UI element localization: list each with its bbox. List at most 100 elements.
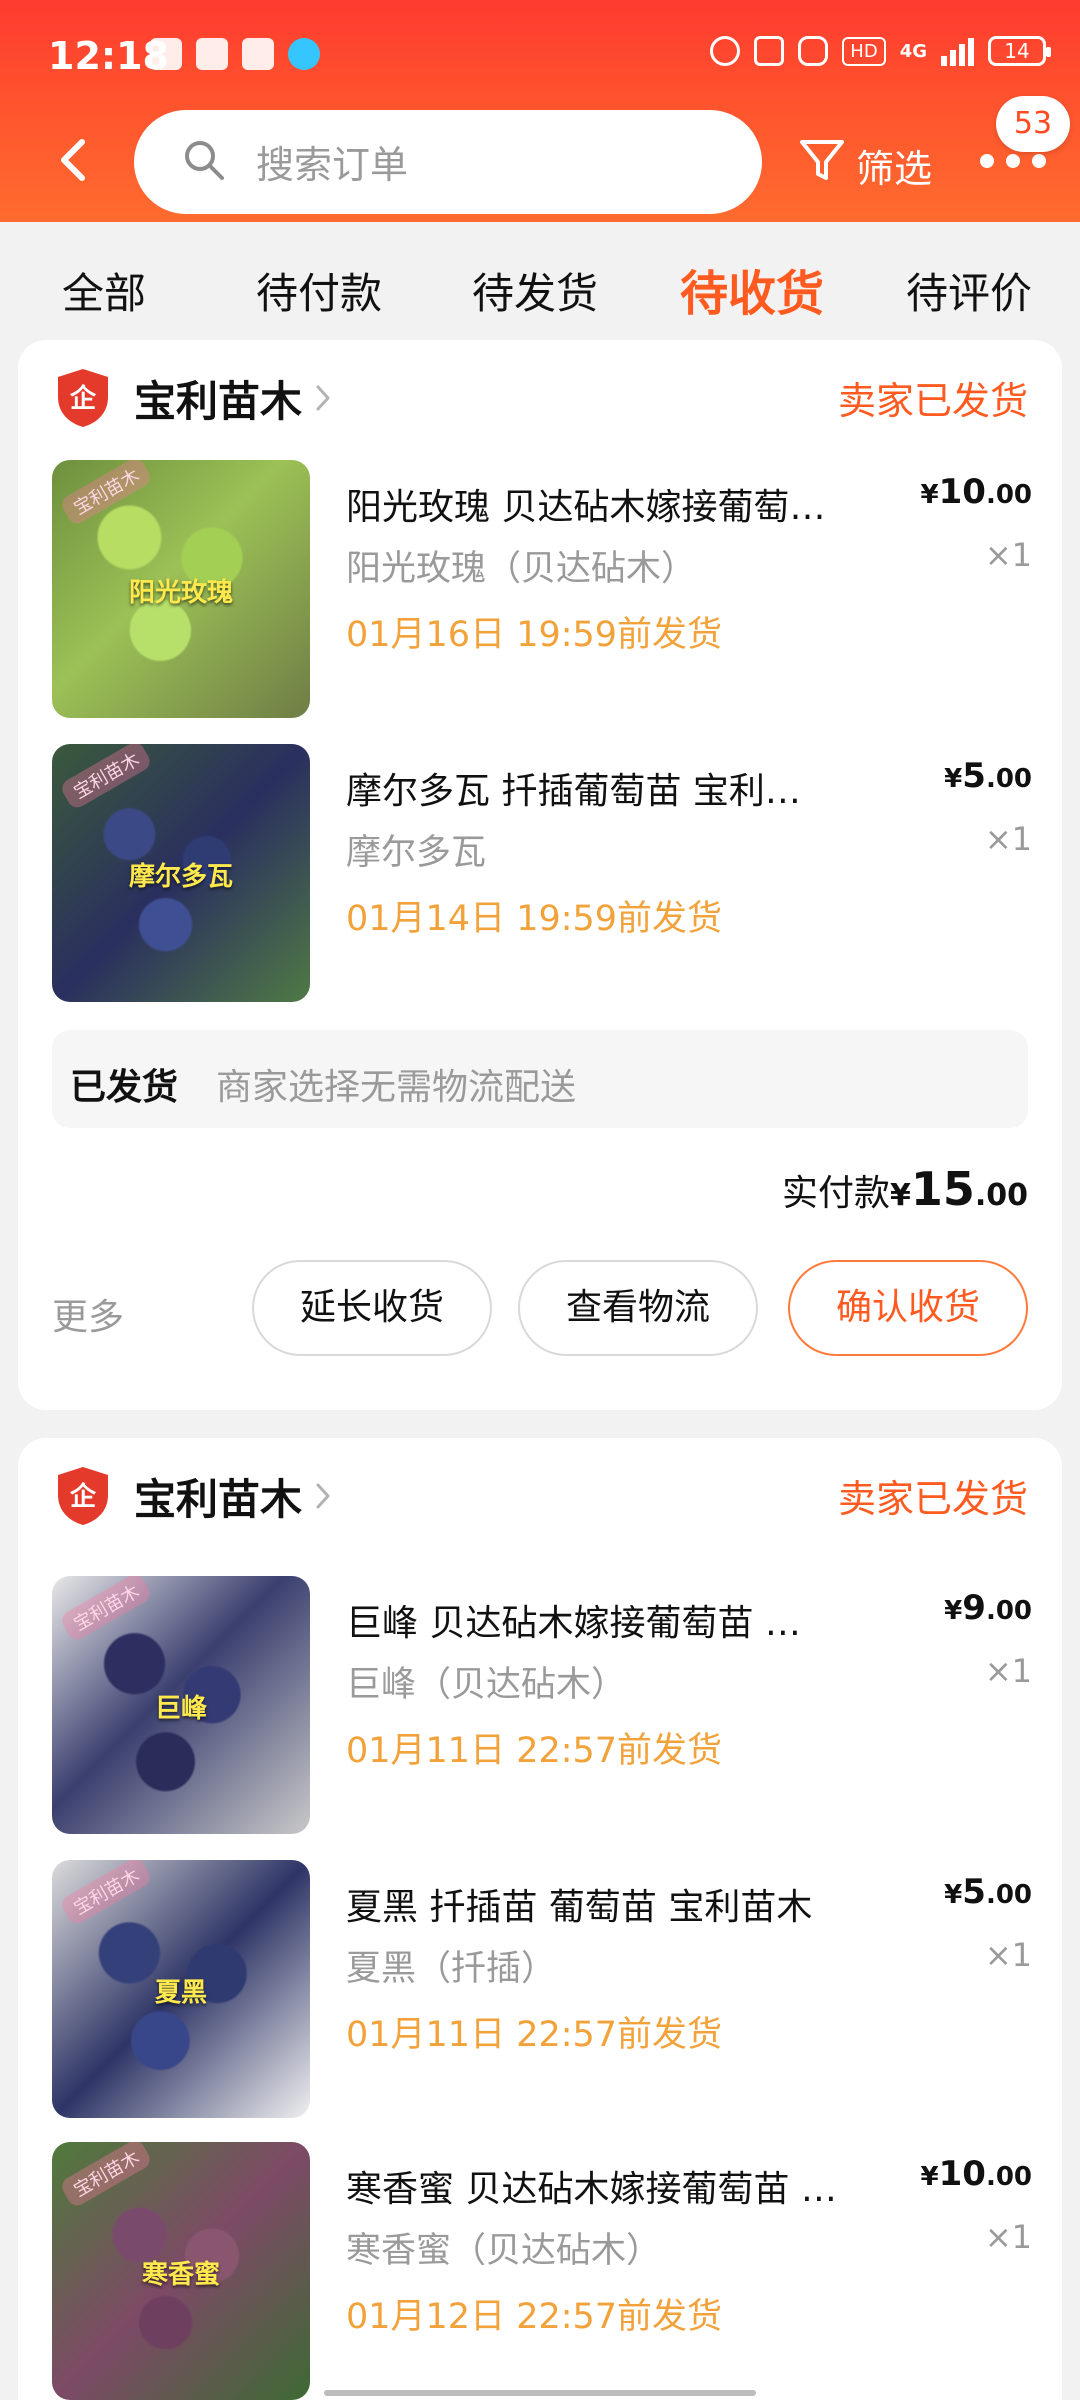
price-integer: 10 xyxy=(938,2154,986,2194)
home-indicator[interactable] xyxy=(324,2390,756,2396)
order-item[interactable]: 宝利苗木 夏黑 夏黑 扦插苗 葡萄苗 宝利苗木 夏黑（扦插） 01月11日 22… xyxy=(52,1860,1032,2118)
price-currency: ¥ xyxy=(944,764,963,794)
thumbnail-label: 寒香蜜 xyxy=(141,2260,220,2290)
back-button[interactable] xyxy=(48,132,104,188)
back-arrow-icon xyxy=(61,139,85,181)
filter-icon xyxy=(800,140,844,180)
enterprise-shield-icon: 企 xyxy=(58,1467,108,1525)
more-actions-link[interactable]: 更多 xyxy=(52,1288,124,1340)
price-currency: ¥ xyxy=(944,1880,963,1910)
tab-pending-receipt[interactable]: 待收货 xyxy=(680,254,824,324)
alipay-icon xyxy=(150,38,182,70)
product-title: 摩尔多瓦 扦插葡萄苗 宝利… xyxy=(346,771,801,812)
price-decimal: .00 xyxy=(985,2162,1032,2192)
more-dot-icon xyxy=(1006,154,1020,168)
product-thumbnail: 宝利苗木 摩尔多瓦 xyxy=(52,744,310,1002)
message-count-badge[interactable]: 53 xyxy=(996,96,1070,152)
item-price: ¥5.00 xyxy=(944,756,1032,796)
order-status-tabs: 全部 待付款 待发货 待收货 待评价 xyxy=(0,222,1080,340)
product-title: 寒香蜜 贝达砧木嫁接葡萄苗 … xyxy=(346,2169,837,2210)
qq-icon xyxy=(288,38,320,70)
store-name: 宝利苗木 xyxy=(134,376,303,426)
price-decimal: .00 xyxy=(985,1596,1032,1626)
product-spec: 阳光玫瑰（贝达砧木） xyxy=(346,549,697,589)
thumbnail-label: 巨峰 xyxy=(154,1694,207,1724)
total-currency: ¥ xyxy=(889,1178,911,1213)
filter-button[interactable]: 筛选 xyxy=(796,130,996,194)
shipping-deadline: 01月14日 19:59前发货 xyxy=(346,899,723,939)
total-integer: 15 xyxy=(910,1162,975,1216)
product-title: 夏黑 扦插苗 葡萄苗 宝利苗木 xyxy=(346,1887,813,1928)
order-item[interactable]: 宝利苗木 巨峰 巨峰 贝达砧木嫁接葡萄苗 … 巨峰（贝达砧木） 01月11日 2… xyxy=(52,1576,1032,1834)
chat-icon xyxy=(242,38,274,70)
order-item[interactable]: 宝利苗木 摩尔多瓦 摩尔多瓦 扦插葡萄苗 宝利… 摩尔多瓦 01月14日 19:… xyxy=(52,744,1032,1002)
thumbnail-watermark: 宝利苗木 xyxy=(58,2142,154,2209)
item-price: ¥10.00 xyxy=(921,2154,1032,2194)
tab-all[interactable]: 全部 xyxy=(62,260,146,321)
view-logistics-button[interactable]: 查看物流 xyxy=(518,1260,758,1356)
thumbnail-watermark: 宝利苗木 xyxy=(58,1576,154,1643)
product-thumbnail: 宝利苗木 巨峰 xyxy=(52,1576,310,1834)
item-quantity: ×1 xyxy=(984,536,1032,574)
mail-icon xyxy=(196,38,228,70)
product-thumbnail: 宝利苗木 寒香蜜 xyxy=(52,2142,310,2400)
battery-icon: 14 xyxy=(988,36,1051,66)
price-currency: ¥ xyxy=(920,480,939,510)
price-decimal: .00 xyxy=(985,480,1032,510)
chevron-right-icon xyxy=(316,385,330,411)
status-bar: 12:18 HD 4G 14 xyxy=(0,0,1080,110)
tab-pending-shipment[interactable]: 待发货 xyxy=(472,260,598,321)
shipping-status: 已发货 xyxy=(70,1067,179,1108)
item-quantity: ×1 xyxy=(984,1652,1032,1690)
total-label: 实付款 xyxy=(781,1173,890,1214)
shipping-deadline: 01月11日 22:57前发货 xyxy=(346,2015,723,2055)
search-placeholder: 搜索订单 xyxy=(256,143,409,187)
order-card: 企 宝利苗木 卖家已发货 宝利苗木 阳光玫瑰 阳光玫瑰 贝达砧木嫁接葡萄… 阳光… xyxy=(18,340,1062,1410)
price-currency: ¥ xyxy=(920,2162,939,2192)
shipping-notice-text: 商家选择无需物流配送 xyxy=(216,1067,577,1108)
hd-icon: HD xyxy=(842,36,886,66)
more-menu-button[interactable] xyxy=(980,154,1060,184)
bluetooth-icon xyxy=(754,36,785,66)
order-item[interactable]: 宝利苗木 阳光玫瑰 阳光玫瑰 贝达砧木嫁接葡萄… 阳光玫瑰（贝达砧木） 01月1… xyxy=(52,460,1032,718)
total-decimal: .00 xyxy=(974,1178,1028,1213)
signal-icon xyxy=(941,36,974,66)
thumbnail-label: 夏黑 xyxy=(154,1978,207,2008)
store-header[interactable]: 企 宝利苗木 xyxy=(54,366,334,430)
more-dot-icon xyxy=(980,154,994,168)
product-spec: 寒香蜜（贝达砧木） xyxy=(346,2231,662,2271)
svg-text:企: 企 xyxy=(70,1481,97,1512)
product-title: 阳光玫瑰 贝达砧木嫁接葡萄… xyxy=(346,487,826,528)
shipping-deadline: 01月11日 22:57前发货 xyxy=(346,1731,723,1771)
product-title: 巨峰 贝达砧木嫁接葡萄苗 … xyxy=(346,1603,801,1644)
tab-pending-review[interactable]: 待评价 xyxy=(906,260,1032,321)
search-bar-row: 搜索订单 筛选 xyxy=(0,110,1080,220)
alarm-icon xyxy=(710,36,741,66)
thumbnail-watermark: 宝利苗木 xyxy=(58,744,154,811)
store-header[interactable]: 企 宝利苗木 xyxy=(54,1464,334,1528)
confirm-receipt-button[interactable]: 确认收货 xyxy=(788,1260,1028,1356)
shipping-notice[interactable]: 已发货 商家选择无需物流配送 xyxy=(52,1030,1028,1128)
order-item[interactable]: 宝利苗木 寒香蜜 寒香蜜 贝达砧木嫁接葡萄苗 … 寒香蜜（贝达砧木） 01月12… xyxy=(52,2142,1032,2400)
extend-receipt-button[interactable]: 延长收货 xyxy=(252,1260,492,1356)
price-decimal: .00 xyxy=(985,764,1032,794)
item-quantity: ×1 xyxy=(984,1936,1032,1974)
order-status: 卖家已发货 xyxy=(837,1477,1028,1521)
svg-text:企: 企 xyxy=(70,383,97,414)
order-total: 实付款¥15.00 xyxy=(782,1162,1028,1216)
mute-icon xyxy=(798,36,829,66)
price-integer: 5 xyxy=(962,1872,986,1912)
item-price: ¥10.00 xyxy=(921,472,1032,512)
product-spec: 夏黑（扦插） xyxy=(346,1949,557,1989)
item-price: ¥5.00 xyxy=(944,1872,1032,1912)
thumbnail-label: 摩尔多瓦 xyxy=(128,862,233,892)
thumbnail-watermark: 宝利苗木 xyxy=(58,460,154,527)
shipping-deadline: 01月16日 19:59前发货 xyxy=(346,615,723,655)
item-quantity: ×1 xyxy=(984,2218,1032,2256)
tab-pending-payment[interactable]: 待付款 xyxy=(256,260,382,321)
order-card: 企 宝利苗木 卖家已发货 宝利苗木 巨峰 巨峰 贝达砧木嫁接葡萄苗 … 巨峰（贝… xyxy=(18,1438,1062,2400)
search-input[interactable]: 搜索订单 xyxy=(134,110,762,214)
product-spec: 摩尔多瓦 xyxy=(346,833,487,873)
product-spec: 巨峰（贝达砧木） xyxy=(346,1665,627,1705)
order-status: 卖家已发货 xyxy=(837,379,1028,423)
